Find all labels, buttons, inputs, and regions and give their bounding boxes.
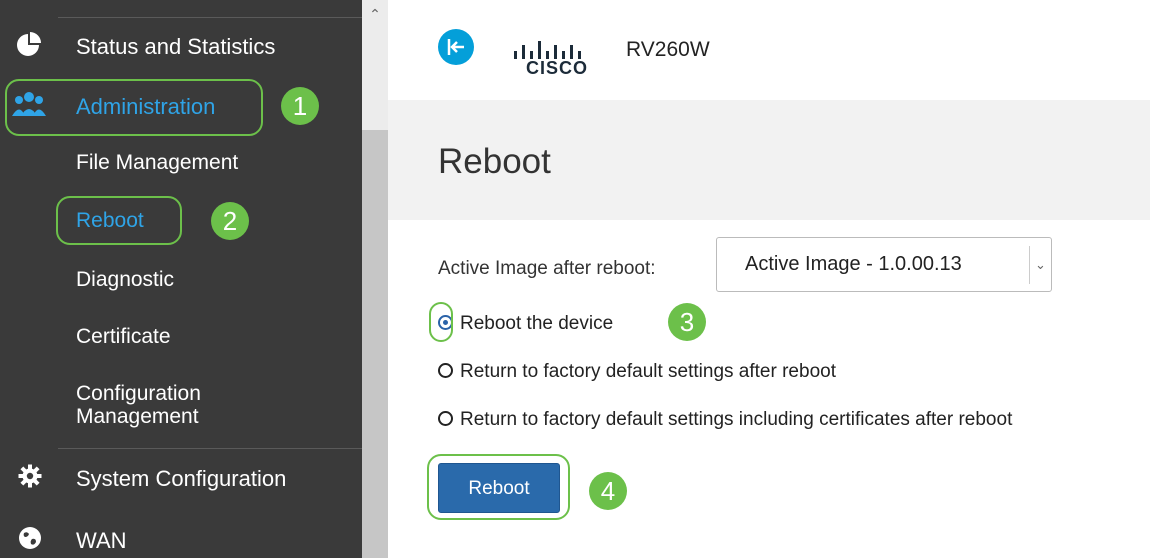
sidebar-scrollbar[interactable]: ⌃ [362, 0, 388, 558]
chevron-down-icon: ⌄ [1029, 246, 1051, 284]
callout-highlight [427, 454, 570, 520]
sidebar: Status and Statistics Administration 1 F… [0, 0, 362, 558]
header: CISCO RV260W [388, 0, 1150, 100]
sidebar-item-label: Status and Statistics [76, 34, 276, 59]
sidebar-item-label: Management [76, 405, 199, 428]
sidebar-divider [58, 17, 362, 18]
main-content: Active Image after reboot: Active Image … [388, 220, 1150, 558]
sidebar-item-label: System Configuration [76, 466, 287, 491]
title-bar: Reboot [388, 100, 1150, 220]
active-image-value: Active Image - 1.0.00.13 [745, 253, 962, 275]
option-label: Return to factory default settings after… [460, 361, 836, 382]
arrow-left-icon [447, 39, 464, 55]
sidebar-item-diagnostic[interactable]: Diagnostic [76, 268, 174, 292]
callout-badge-4: 4 [589, 472, 627, 510]
active-image-label: Active Image after reboot: [438, 258, 656, 279]
scrollbar-thumb[interactable] [362, 130, 388, 558]
sidebar-item-system-configuration[interactable]: System Configuration [0, 460, 362, 500]
sidebar-item-file-management[interactable]: File Management [76, 151, 238, 175]
brand-wordmark: CISCO [526, 58, 589, 78]
radio-unchecked-icon[interactable] [438, 363, 453, 378]
gear-icon [18, 464, 42, 488]
option-label: Reboot the device [460, 313, 614, 334]
option-label: Return to factory default settings inclu… [460, 409, 1013, 430]
globe-icon [19, 527, 41, 549]
sidebar-item-label: WAN [76, 528, 127, 553]
sidebar-divider [58, 448, 362, 449]
scroll-up-icon[interactable]: ⌃ [369, 7, 381, 21]
callout-highlight [5, 79, 263, 136]
pie-chart-icon [17, 32, 41, 56]
sidebar-item-label: Configuration [76, 382, 201, 405]
active-image-select[interactable]: Active Image - 1.0.00.13 ⌄ [716, 237, 1052, 292]
callout-badge-1: 1 [281, 87, 319, 125]
page-title: Reboot [438, 142, 551, 181]
sidebar-item-configuration-management[interactable]: Configuration Management [76, 382, 201, 428]
exit-icon[interactable] [438, 29, 474, 65]
callout-highlight [56, 196, 182, 245]
callout-badge-2: 2 [211, 202, 249, 240]
callout-badge-3: 3 [668, 303, 706, 341]
sidebar-item-certificate[interactable]: Certificate [76, 325, 171, 349]
device-model: RV260W [626, 38, 710, 61]
callout-highlight [429, 302, 453, 342]
sidebar-item-status-and-statistics[interactable]: Status and Statistics [0, 26, 362, 66]
radio-unchecked-icon[interactable] [438, 411, 453, 426]
sidebar-item-wan[interactable]: WAN [0, 522, 362, 558]
